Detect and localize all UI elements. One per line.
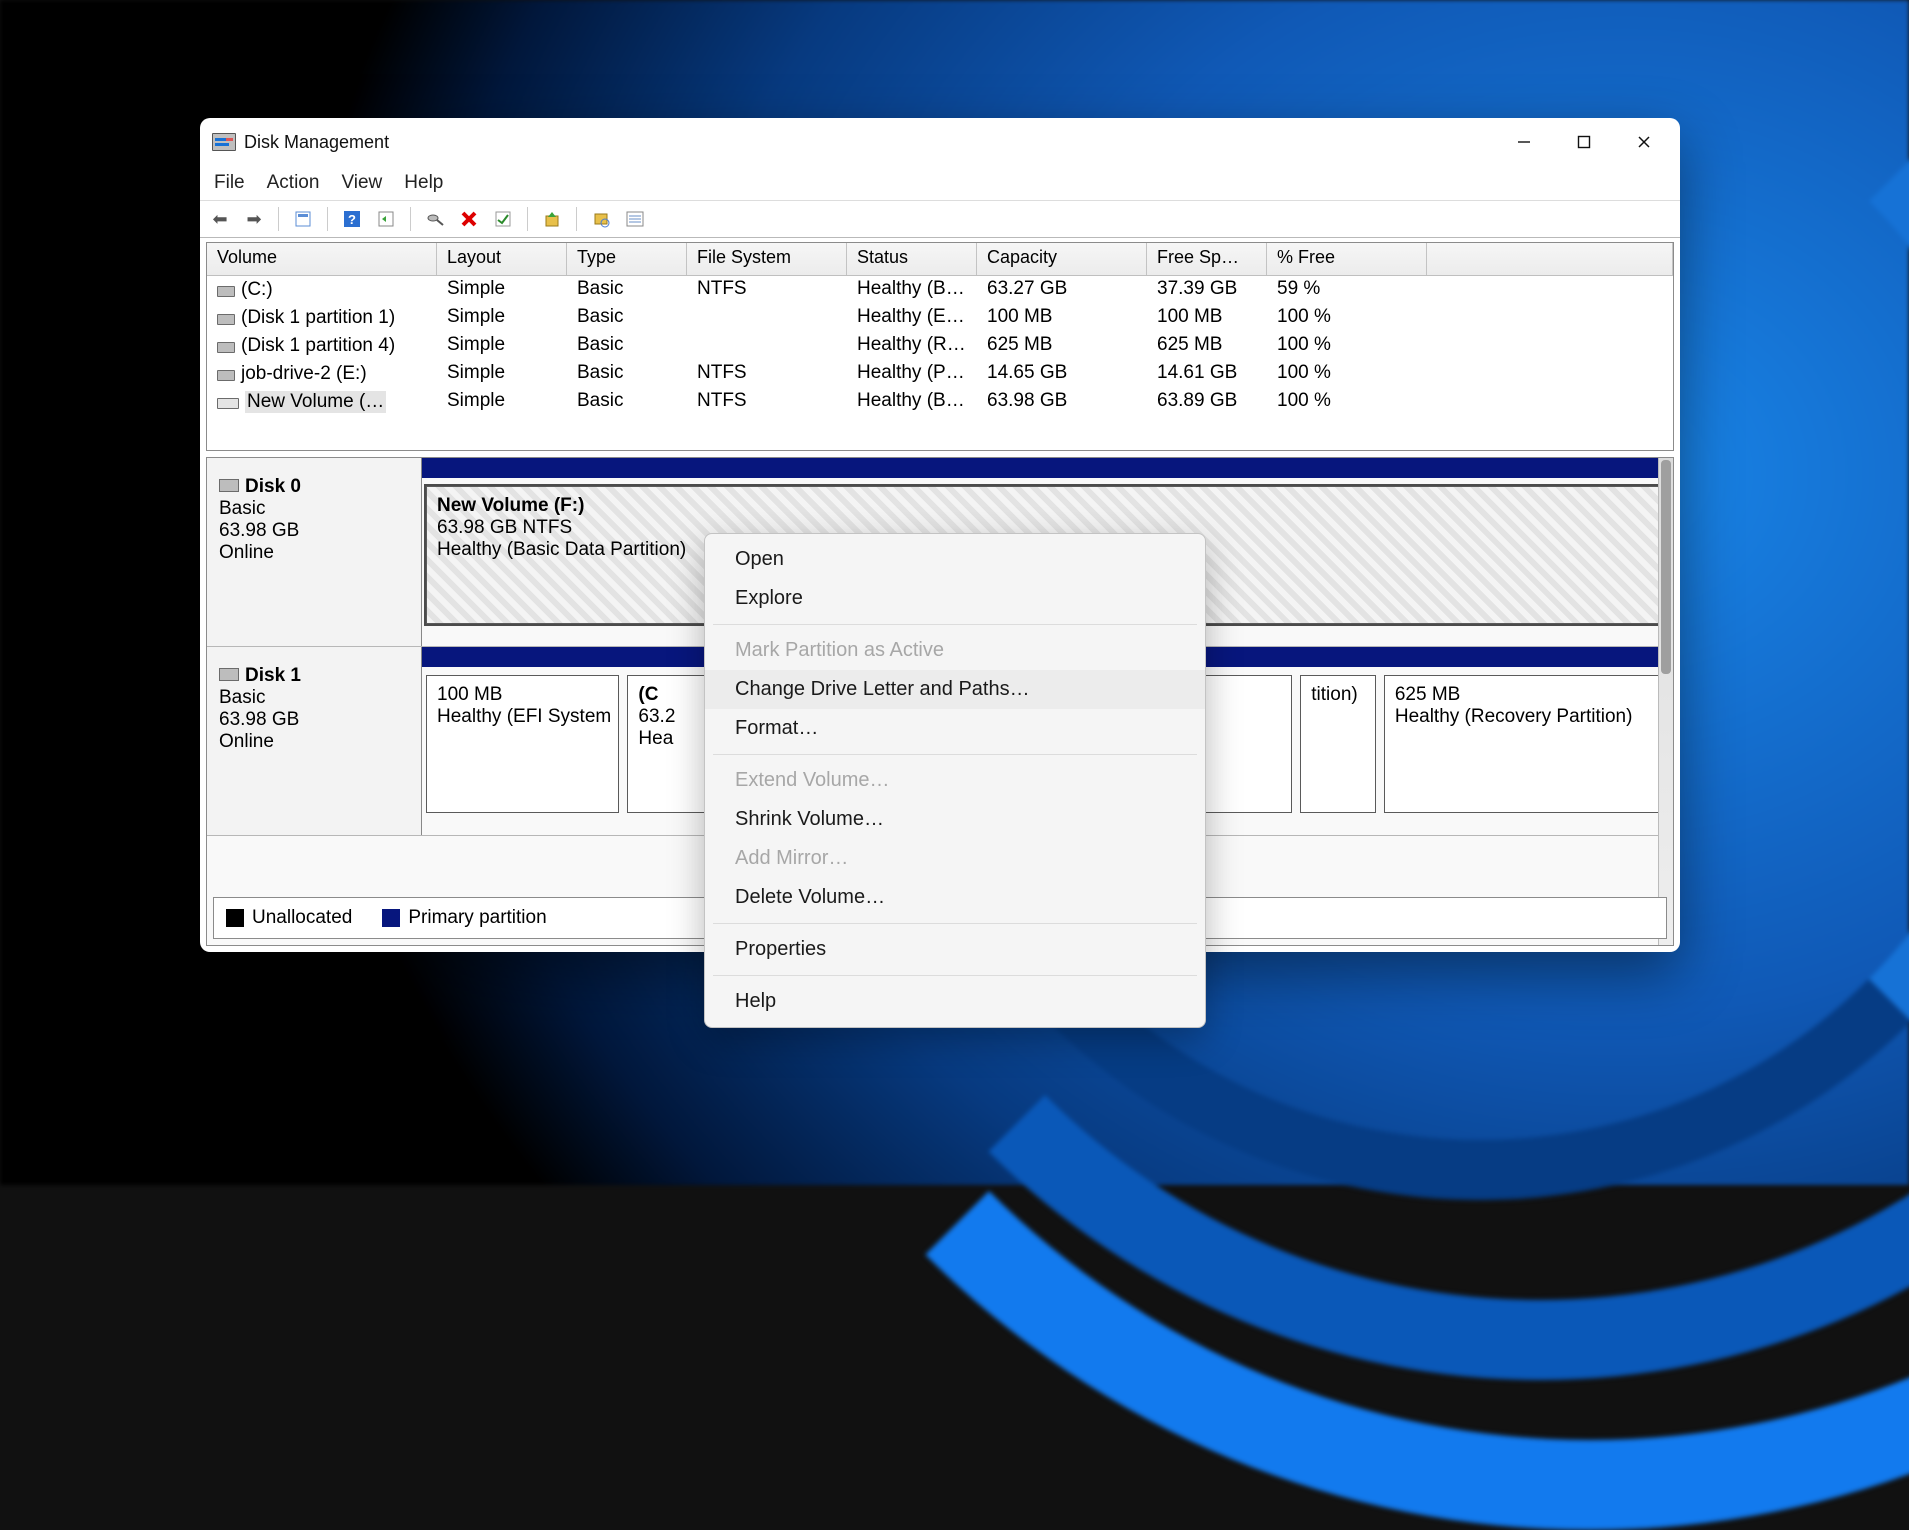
col-fs[interactable]: File System	[687, 243, 847, 275]
app-icon	[212, 133, 236, 151]
partition[interactable]: 100 MBHealthy (EFI System P	[426, 675, 619, 813]
col-cap[interactable]: Capacity	[977, 243, 1147, 275]
scrollbar-thumb[interactable]	[1661, 460, 1671, 674]
menu-separator	[713, 754, 1197, 755]
help-icon[interactable]: ?	[340, 207, 364, 231]
table-row[interactable]: (Disk 1 partition 1)SimpleBasicHealthy (…	[207, 304, 1673, 332]
table-row[interactable]: (Disk 1 partition 4)SimpleBasicHealthy (…	[207, 332, 1673, 360]
menu-action[interactable]: Action	[267, 172, 320, 194]
minimize-button[interactable]	[1494, 122, 1554, 162]
drive-icon	[217, 342, 235, 353]
col-volume[interactable]: Volume	[207, 243, 437, 275]
disk-label[interactable]: Disk 0Basic63.98 GBOnline	[207, 458, 422, 646]
drive-icon	[219, 668, 239, 681]
menu-item: Extend Volume…	[705, 761, 1205, 800]
menu-item[interactable]: Delete Volume…	[705, 878, 1205, 917]
drive-icon	[217, 370, 235, 381]
menu-separator	[713, 975, 1197, 976]
col-free[interactable]: Free Sp…	[1147, 243, 1267, 275]
drive-icon	[217, 286, 235, 297]
menu-item[interactable]: Help	[705, 982, 1205, 1021]
moveup-icon[interactable]	[540, 207, 564, 231]
drive-icon	[219, 479, 239, 492]
menu-item: Add Mirror…	[705, 839, 1205, 878]
properties-icon[interactable]	[291, 207, 315, 231]
partition[interactable]: tition)	[1300, 675, 1376, 813]
context-menu[interactable]: OpenExplore Mark Partition as ActiveChang…	[704, 533, 1206, 1028]
drive-icon	[217, 314, 235, 325]
menu-help[interactable]: Help	[404, 172, 443, 194]
menu-item[interactable]: Open	[705, 540, 1205, 579]
refresh-icon[interactable]	[374, 207, 398, 231]
legend-unallocated: Unallocated	[252, 907, 352, 928]
menu-item: Mark Partition as Active	[705, 631, 1205, 670]
settings-icon[interactable]	[491, 207, 515, 231]
volume-list-header[interactable]: Volume Layout Type File System Status Ca…	[207, 243, 1673, 276]
menu-item[interactable]: Format…	[705, 709, 1205, 748]
titlebar[interactable]: Disk Management	[200, 118, 1680, 166]
menu-item[interactable]: Explore	[705, 579, 1205, 618]
disk-label[interactable]: Disk 1Basic63.98 GBOnline	[207, 647, 422, 835]
table-row[interactable]: job-drive-2 (E:)SimpleBasicNTFSHealthy (…	[207, 360, 1673, 388]
menu-view[interactable]: View	[341, 172, 382, 194]
window-title: Disk Management	[244, 132, 389, 153]
view-icon[interactable]	[589, 207, 613, 231]
col-layout[interactable]: Layout	[437, 243, 567, 275]
menu-separator	[713, 923, 1197, 924]
col-status[interactable]: Status	[847, 243, 977, 275]
scrollbar[interactable]	[1658, 458, 1673, 945]
close-button[interactable]	[1614, 122, 1674, 162]
legend-primary: Primary partition	[408, 907, 546, 928]
forward-icon[interactable]: ➡	[242, 207, 266, 231]
volume-list[interactable]: Volume Layout Type File System Status Ca…	[206, 242, 1674, 451]
table-row[interactable]: (C:)SimpleBasicNTFSHealthy (B…63.27 GB37…	[207, 276, 1673, 304]
maximize-button[interactable]	[1554, 122, 1614, 162]
menu-file[interactable]: File	[214, 172, 245, 194]
delete-icon[interactable]	[457, 207, 481, 231]
table-row[interactable]: New Volume (…SimpleBasicNTFSHealthy (B…6…	[207, 388, 1673, 416]
menu-item[interactable]: Properties	[705, 930, 1205, 969]
legend-swatch-primary	[382, 909, 400, 927]
col-type[interactable]: Type	[567, 243, 687, 275]
drive-icon	[217, 398, 239, 409]
partition[interactable]: 625 MBHealthy (Recovery Partition)	[1384, 675, 1663, 813]
toolbar: ⬅ ➡ ?	[200, 201, 1680, 238]
back-icon[interactable]: ⬅	[208, 207, 232, 231]
menu-item[interactable]: Shrink Volume…	[705, 800, 1205, 839]
menubar: File Action View Help	[200, 166, 1680, 201]
col-pct[interactable]: % Free	[1267, 243, 1427, 275]
find-icon[interactable]	[423, 207, 447, 231]
menu-item[interactable]: Change Drive Letter and Paths…	[705, 670, 1205, 709]
menu-separator	[713, 624, 1197, 625]
legend-swatch-unallocated	[226, 909, 244, 927]
list-icon[interactable]	[623, 207, 647, 231]
svg-text:?: ?	[348, 212, 356, 227]
